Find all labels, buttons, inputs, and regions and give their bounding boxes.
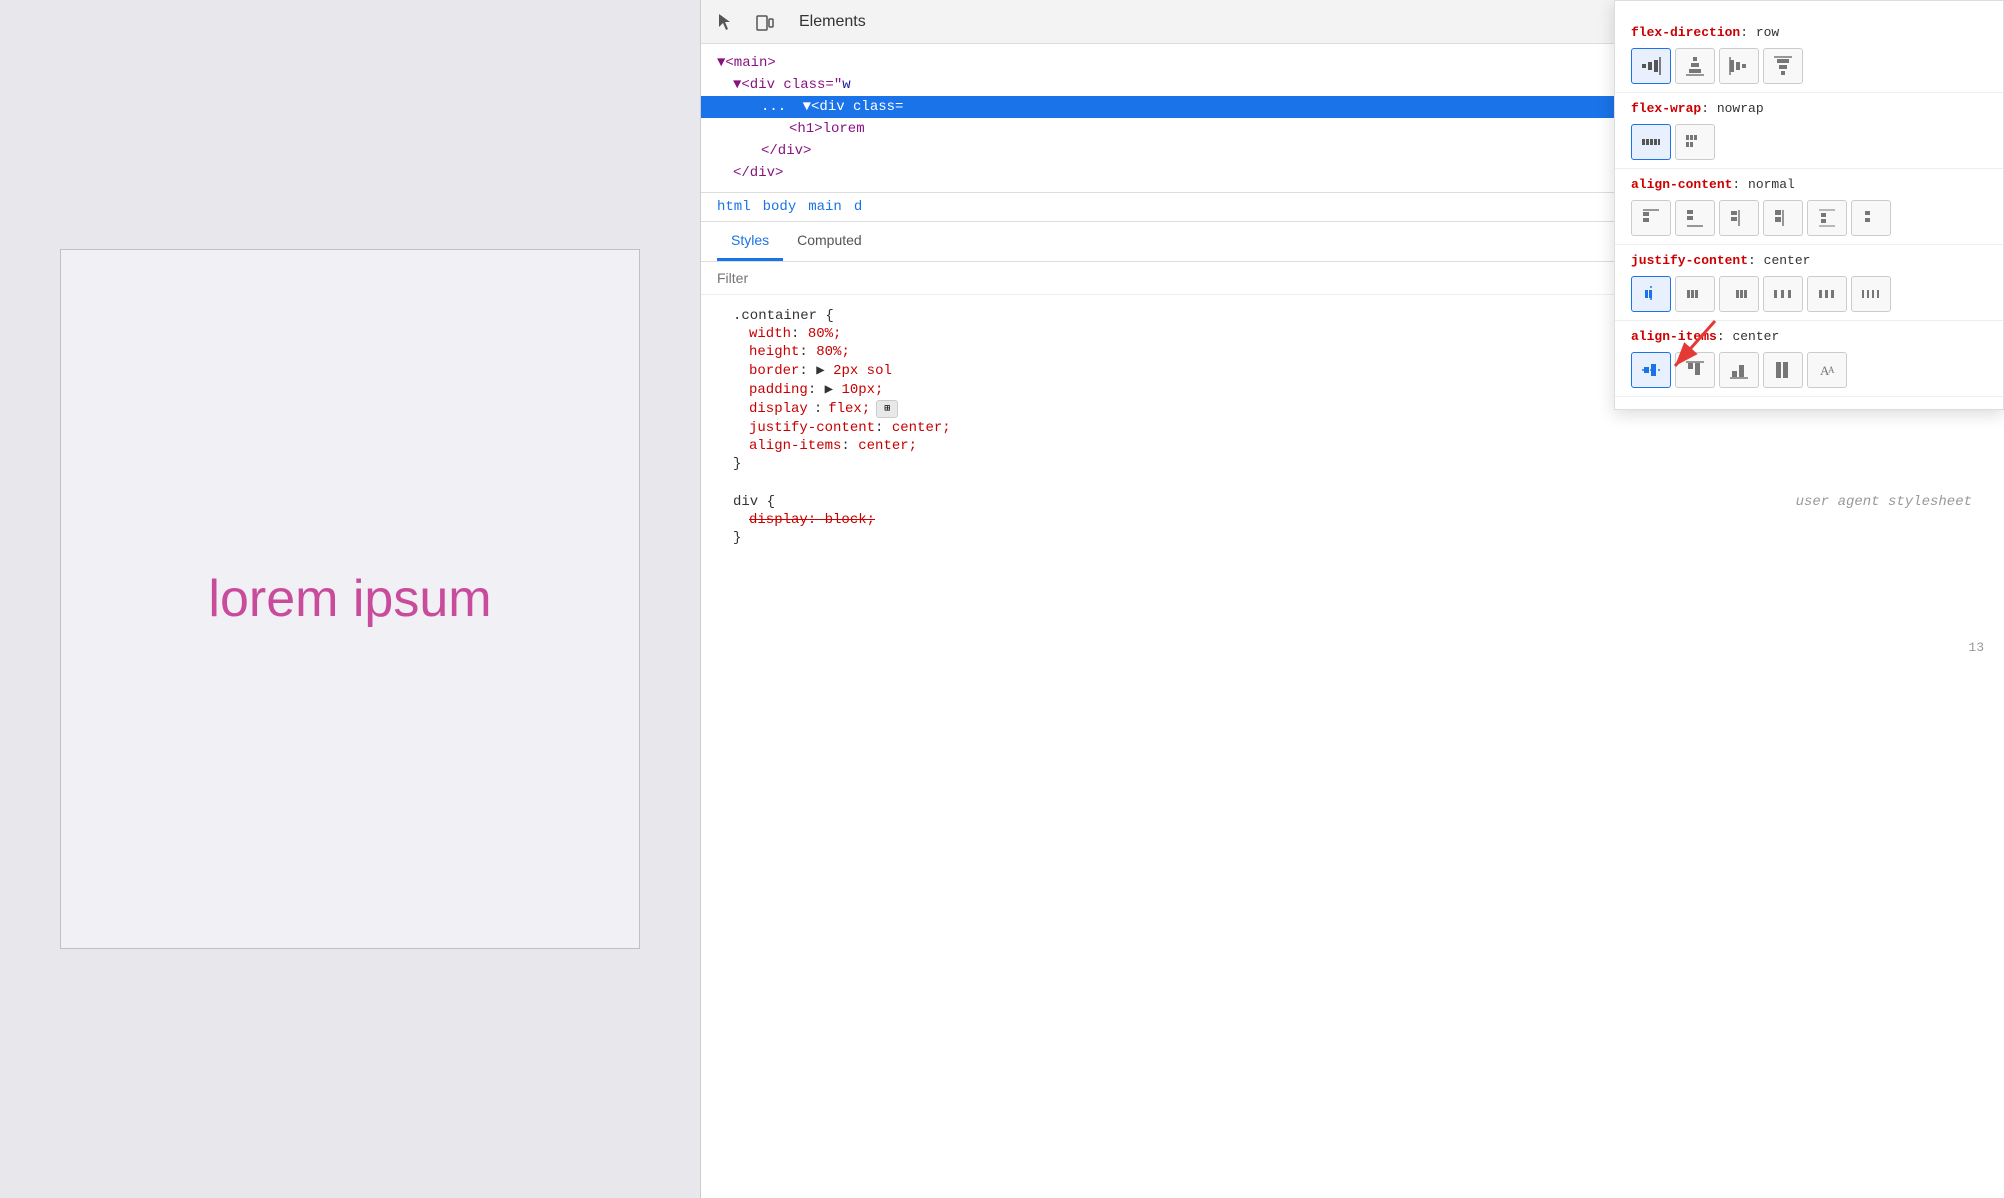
flex-dir-row-btn[interactable] bbox=[1631, 48, 1671, 84]
align-items-baseline-btn[interactable]: AA bbox=[1807, 352, 1847, 388]
user-agent-comment: user agent stylesheet bbox=[1796, 494, 1972, 510]
flex-dir-col-rev-btn[interactable] bbox=[1763, 48, 1803, 84]
justify-space-around-btn[interactable] bbox=[1807, 276, 1847, 312]
css-selector-div: div { user agent stylesheet bbox=[717, 493, 1988, 511]
svg-text:A: A bbox=[1828, 365, 1835, 375]
align-content-center-btn[interactable] bbox=[1719, 200, 1759, 236]
cursor-icon[interactable] bbox=[711, 8, 739, 36]
justify-space-evenly-btn[interactable] bbox=[1851, 276, 1891, 312]
breadcrumb-body[interactable]: body bbox=[763, 199, 797, 215]
breadcrumb-main[interactable]: main bbox=[808, 199, 842, 215]
justify-end-btn[interactable] bbox=[1719, 276, 1759, 312]
lorem-ipsum-heading: lorem ipsum bbox=[208, 569, 491, 629]
tab-styles[interactable]: Styles bbox=[717, 222, 783, 261]
flex-tooltip-popup: flex-direction: row flex-wrap: n bbox=[1614, 0, 2004, 410]
flex-wrap-buttons bbox=[1631, 124, 1987, 160]
align-items-start-btn[interactable] bbox=[1675, 352, 1715, 388]
div-rule: div { user agent stylesheet display: blo… bbox=[701, 489, 2004, 551]
css-prop-display-block: display: block; bbox=[717, 511, 1988, 529]
justify-content-buttons bbox=[1631, 276, 1987, 312]
justify-content-section: justify-content: center bbox=[1615, 245, 2003, 321]
flex-dir-col-btn[interactable] bbox=[1675, 48, 1715, 84]
devtools-panel: Elements ▼<main> ▼<div class="w ... ▼<di… bbox=[700, 0, 2004, 1198]
preview-container: lorem ipsum bbox=[60, 249, 640, 949]
align-items-section: align-items: center AA bbox=[1615, 321, 2003, 397]
flex-wrap-label: flex-wrap: nowrap bbox=[1631, 101, 1987, 116]
align-content-buttons bbox=[1631, 200, 1987, 236]
css-rules: .container { width: 80%; height: 80%; bo… bbox=[701, 295, 2004, 1198]
align-content-section: align-content: normal bbox=[1615, 169, 2003, 245]
align-content-space-between-btn[interactable] bbox=[1807, 200, 1847, 236]
flex-dir-row-rev-btn[interactable] bbox=[1719, 48, 1759, 84]
flex-wrap-section: flex-wrap: nowrap bbox=[1615, 93, 2003, 169]
flex-grid-icon[interactable]: ⊞ bbox=[876, 400, 898, 418]
align-content-space-around-btn[interactable] bbox=[1851, 200, 1891, 236]
css-close-div: } bbox=[717, 529, 1988, 547]
align-content-label: align-content: normal bbox=[1631, 177, 1987, 192]
breadcrumb-html[interactable]: html bbox=[717, 199, 751, 215]
align-items-buttons: AA bbox=[1631, 352, 1987, 388]
css-close-container: } bbox=[717, 455, 1988, 473]
tab-computed[interactable]: Computed bbox=[783, 222, 876, 261]
align-items-label: align-items: center bbox=[1631, 329, 1987, 344]
align-content-stretch-btn[interactable] bbox=[1763, 200, 1803, 236]
flex-direction-label: flex-direction: row bbox=[1631, 25, 1987, 40]
flex-direction-buttons bbox=[1631, 48, 1987, 84]
elements-tab[interactable]: Elements bbox=[791, 9, 874, 35]
justify-center-btn[interactable] bbox=[1631, 276, 1671, 312]
justify-space-between-btn[interactable] bbox=[1763, 276, 1803, 312]
align-content-start-btn[interactable] bbox=[1631, 200, 1671, 236]
align-content-end-btn[interactable] bbox=[1675, 200, 1715, 236]
justify-start-btn[interactable] bbox=[1675, 276, 1715, 312]
breadcrumb-d[interactable]: d bbox=[854, 199, 862, 215]
align-items-stretch-btn[interactable] bbox=[1763, 352, 1803, 388]
align-items-center-btn[interactable] bbox=[1631, 352, 1671, 388]
flex-wrap-btn[interactable] bbox=[1675, 124, 1715, 160]
flex-direction-section: flex-direction: row bbox=[1615, 17, 2003, 93]
align-items-end-btn[interactable] bbox=[1719, 352, 1759, 388]
css-prop-align-items[interactable]: align-items: center; bbox=[717, 437, 1988, 455]
justify-content-label: justify-content: center bbox=[1631, 253, 1987, 268]
device-icon[interactable] bbox=[751, 8, 779, 36]
flex-nowrap-btn[interactable] bbox=[1631, 124, 1671, 160]
line-number: 13 bbox=[1968, 640, 1984, 655]
css-prop-justify-content[interactable]: justify-content: center; bbox=[717, 419, 1988, 437]
preview-area: lorem ipsum bbox=[0, 0, 700, 1198]
